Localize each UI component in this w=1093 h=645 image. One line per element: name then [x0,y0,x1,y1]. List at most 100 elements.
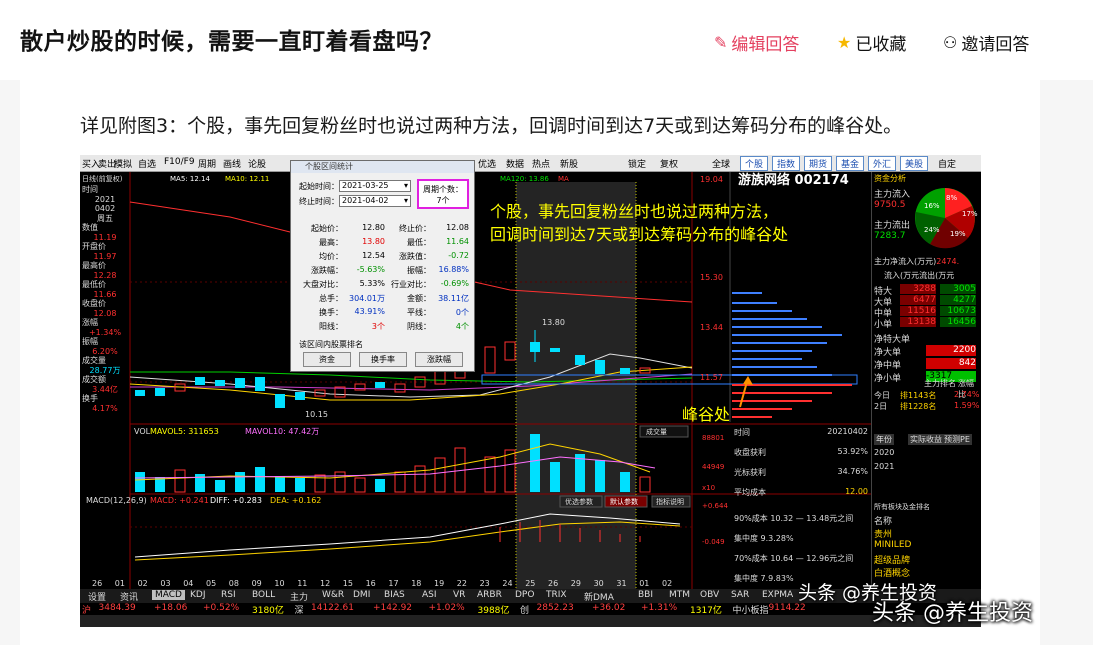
question-title: 散户炒股的时候，需要一直盯着看盘吗？ [20,29,443,55]
interval-stats-dialog: 个股区间统计 起始时间： 2021-03-25 ▾ 终止时间： 2021-04-0… [290,160,475,372]
x-axis-tick: 30 [594,579,604,588]
diff-value: DIFF: +0.283 [210,496,262,505]
menu-item[interactable]: 美股 [900,156,929,171]
x-axis-tick: 25 [525,579,535,588]
annotation-line-2: 回调时间到达7天或到达筹码分布的峰谷处 [490,225,788,244]
valley-annotation: 峰谷处 [682,405,730,424]
invite-answer-button[interactable]: ⚇ 邀请回答 [943,30,1029,55]
edit-answer-button[interactable]: ✎ 编辑回答 [714,30,799,55]
menu-item[interactable]: 复权 [660,157,678,170]
indicator-tab[interactable]: 资讯 [120,590,138,603]
info-tab[interactable]: 实际收益 [908,434,944,445]
menu-item[interactable]: 数据 [506,157,524,170]
pie-label-4: 24% [924,226,940,234]
indicator-tab[interactable]: EXPMA [762,590,793,600]
menu-item[interactable]: 期货 [804,156,833,171]
concept-item[interactable]: 贵州 [874,527,892,540]
indicator-help-button[interactable]: 指标说明 [656,497,684,506]
main-in-value: 9750.5 [874,200,906,210]
low-price-mark: 10.15 [305,410,328,419]
ticker-item: +1.31% [641,603,678,613]
rank-by-fund-button[interactable]: 资金 [303,352,351,367]
flow-type: 小单 [874,320,893,330]
indicator-tab[interactable]: SAR [731,590,749,600]
menu-item[interactable]: 个股 [740,156,769,171]
menu-item[interactable]: 锁定 [628,157,646,170]
menu-item[interactable]: 自定 [938,157,956,170]
info-label: 最高价 [82,261,106,270]
vol-axis-2: 44949 [702,463,724,471]
x-axis-tick: 12 [320,579,330,588]
indicator-tab[interactable]: OBV [700,590,719,600]
candle-8 [275,394,285,408]
indicator-tab[interactable]: ARBR [477,590,502,600]
indicator-tab[interactable]: 主力 [290,590,308,603]
indicator-tab[interactable]: MACD [152,590,185,600]
macd-title: MACD(12,26,9) [86,496,147,505]
net-value: 2200 [926,345,976,356]
x-axis-tick: 09 [252,579,262,588]
menu-item[interactable]: 新股 [560,157,578,170]
concept-item[interactable]: 超级品牌 [874,553,910,566]
menu-item[interactable]: 外汇 [868,156,897,171]
vol-axis-1: 88801 [702,434,724,442]
default-params-button[interactable]: 默认参数 [610,497,638,506]
pie-label-2: 8% [946,194,957,202]
concept-item[interactable]: MINILED [874,540,911,550]
menu-item[interactable]: 自选 [138,157,156,170]
ma10-label: MA10: 12.11 [225,175,269,183]
indicator-tab[interactable]: 新DMA [584,590,614,603]
indicator-tab[interactable]: DMI [353,590,370,600]
menu-item[interactable]: F10/F9 [164,157,195,167]
ma120-label: MA120: 13.86 [500,175,549,183]
info-tab[interactable]: 年份 [874,434,894,445]
indicator-tab[interactable]: DPO [515,590,534,600]
concept-item[interactable]: 名称 [874,514,892,527]
indicator-tab[interactable]: W&R [322,590,344,600]
start-date-select[interactable]: 2021-03-25 ▾ [339,180,411,192]
menu-item[interactable]: 指数 [772,156,801,171]
stat-value: 12.08 [446,223,469,232]
x-axis-tick: 02 [138,579,148,588]
start-label: 起始时间： [299,182,339,191]
info-tab[interactable]: 预测PE [942,434,972,445]
indicator-tab[interactable]: TRIX [546,590,567,600]
menu-item[interactable]: 周期 [198,157,216,170]
ticker-item: +1.02% [428,603,465,613]
stat-value: 13.80 [362,237,385,246]
indicator-tab[interactable]: 设置 [88,590,106,603]
rank-change: 2.74% [954,390,980,399]
menu-item[interactable]: 基金 [836,156,865,171]
menu-item[interactable]: 论股 [248,157,266,170]
menu-item[interactable]: 热点 [532,157,550,170]
start-date-value: 2021-03-25 [342,181,389,190]
favorite-button[interactable]: ★ 已收藏 [837,30,906,55]
rank-by-turnover-button[interactable]: 换手率 [359,352,407,367]
indicator-tab[interactable]: VR [453,590,465,600]
software-menubar: 买入 卖出 模拟 自选 F10/F9 周期 画线 论股 优选 数据 热点 新股 锁定 复权 全球 个股 指数 期货… [80,155,981,172]
menu-item[interactable]: 模拟 [114,157,132,170]
vol-axis-3: x10 [702,484,715,492]
dialog-title: 个股区间统计 [291,161,474,173]
indicator-tab[interactable]: RSI [221,590,236,600]
indicator-tab[interactable]: BOLL [252,590,275,600]
indicator-tab[interactable]: KDJ [190,590,206,600]
axis-label-3: 13.44 [700,323,723,332]
x-axis-tick: 22 [457,579,467,588]
indicator-tab[interactable]: BIAS [384,590,405,600]
end-date-select[interactable]: 2021-04-02 ▾ [339,195,411,207]
menu-item[interactable]: 优选 [478,157,496,170]
indicator-tab[interactable]: BBI [638,590,653,600]
ma-label: MA [558,175,569,183]
indicator-tab[interactable]: MTM [669,590,690,600]
vol-select[interactable]: 成交量 [646,427,667,436]
candle-23 [595,360,605,374]
optimize-params-button[interactable]: 优选参数 [565,497,593,506]
rank-by-change-button[interactable]: 涨跌幅 [415,352,463,367]
chip-cost-row: 90%成本 10.32 — 13.48元之间 [734,514,854,523]
menu-item[interactable]: 画线 [223,157,241,170]
info-value: 3.44亿 [92,384,118,394]
ticker-item: 2852.23 [536,603,574,613]
indicator-tab[interactable]: ASI [422,590,437,600]
menu-item[interactable]: 全球 [712,157,730,170]
